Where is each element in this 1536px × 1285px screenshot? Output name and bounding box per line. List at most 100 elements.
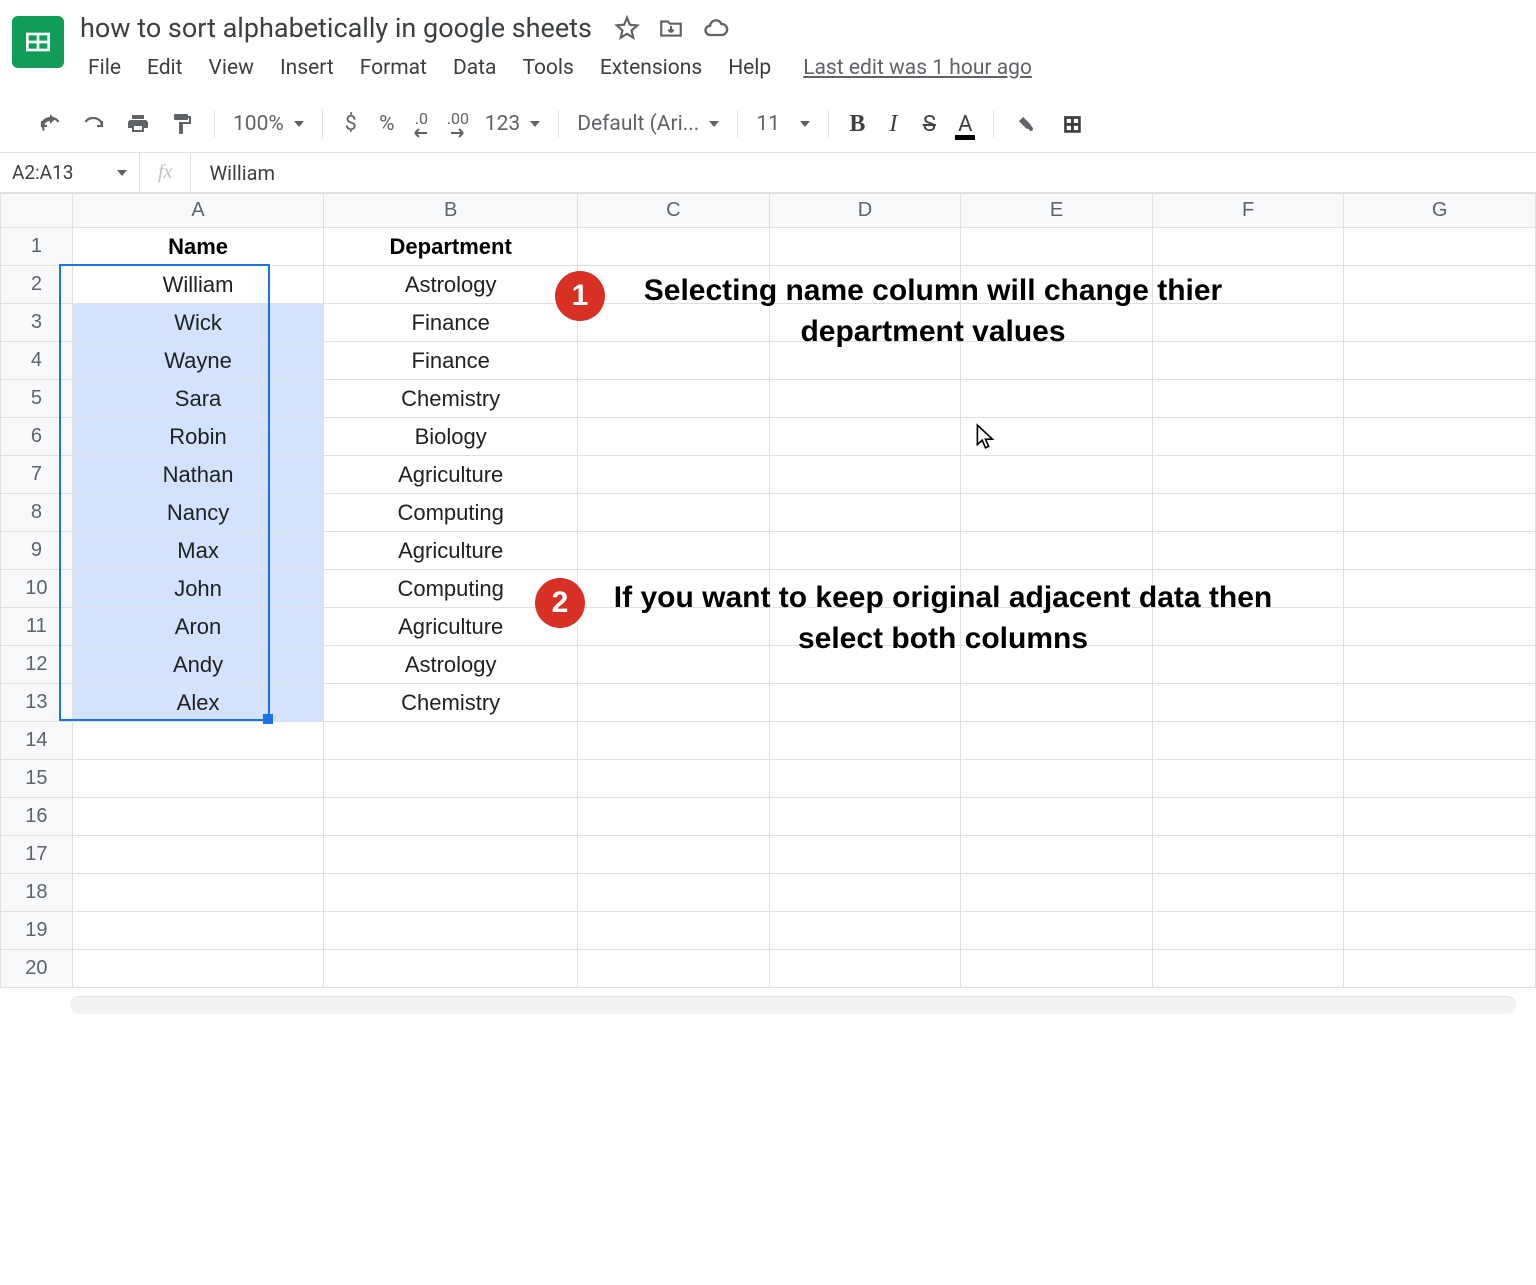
cell[interactable] [961,684,1153,722]
cell[interactable] [1152,418,1344,456]
cell[interactable] [72,798,323,836]
cell[interactable] [578,380,770,418]
col-header-G[interactable]: G [1344,194,1536,228]
text-color-button[interactable]: A [947,106,983,142]
row-header[interactable]: 6 [1,418,73,456]
cell[interactable] [1344,418,1536,456]
cell[interactable] [769,456,961,494]
cell[interactable] [324,950,578,988]
cell[interactable] [961,532,1153,570]
cell[interactable] [1344,760,1536,798]
cell[interactable] [578,266,770,304]
cell[interactable]: Max [72,532,323,570]
cell[interactable] [769,266,961,304]
col-header-F[interactable]: F [1152,194,1344,228]
star-icon[interactable] [614,15,640,41]
cell[interactable] [578,532,770,570]
cell[interactable] [1152,304,1344,342]
cell[interactable] [578,950,770,988]
menu-data[interactable]: Data [441,52,509,84]
row-header[interactable]: 19 [1,912,73,950]
row-header[interactable]: 14 [1,722,73,760]
cell[interactable] [578,342,770,380]
undo-icon[interactable] [28,106,72,142]
cell[interactable] [769,608,961,646]
cell[interactable] [769,912,961,950]
cell[interactable] [1152,228,1344,266]
col-header-E[interactable]: E [961,194,1153,228]
cell[interactable] [72,874,323,912]
cell[interactable] [961,646,1153,684]
cell[interactable] [1152,836,1344,874]
cell[interactable] [961,456,1153,494]
menu-extensions[interactable]: Extensions [588,52,714,84]
menu-edit[interactable]: Edit [135,52,195,84]
cell[interactable]: Robin [72,418,323,456]
cell[interactable] [769,722,961,760]
cell[interactable] [961,304,1153,342]
row-header[interactable]: 18 [1,874,73,912]
cell[interactable] [1344,228,1536,266]
row-header[interactable]: 3 [1,304,73,342]
cell[interactable] [1152,760,1344,798]
cell[interactable]: Name [72,228,323,266]
cell[interactable] [1152,494,1344,532]
cell[interactable] [324,912,578,950]
cell[interactable]: Agriculture [324,456,578,494]
cell[interactable] [769,304,961,342]
row-header[interactable]: 15 [1,760,73,798]
fill-color-button[interactable] [1004,106,1052,142]
cell[interactable]: Andy [72,646,323,684]
col-header-D[interactable]: D [769,194,961,228]
cell[interactable] [1152,874,1344,912]
cell[interactable] [1344,836,1536,874]
cell[interactable] [1344,798,1536,836]
cell[interactable] [769,798,961,836]
document-title[interactable]: how to sort alphabetically in google she… [76,10,596,46]
cell[interactable] [1344,342,1536,380]
row-header[interactable]: 1 [1,228,73,266]
format-percent-button[interactable]: % [369,106,405,142]
zoom-dropdown[interactable]: 100% [225,108,312,140]
cell[interactable] [324,874,578,912]
row-header[interactable]: 16 [1,798,73,836]
cell[interactable]: Agriculture [324,532,578,570]
formula-input[interactable]: William [191,153,1536,192]
row-header[interactable]: 8 [1,494,73,532]
cell[interactable] [961,228,1153,266]
cell[interactable] [1152,608,1344,646]
cell[interactable]: Wick [72,304,323,342]
spreadsheet-grid[interactable]: A B C D E F G 1NameDepartment2WilliamAst… [0,193,1536,988]
cell[interactable] [1152,684,1344,722]
cell[interactable] [1152,266,1344,304]
cell[interactable] [578,760,770,798]
cell[interactable]: Astrology [324,646,578,684]
row-header[interactable]: 7 [1,456,73,494]
row-header[interactable]: 4 [1,342,73,380]
cell[interactable] [1344,874,1536,912]
cell[interactable] [1344,608,1536,646]
cell[interactable] [1152,342,1344,380]
strikethrough-button[interactable]: S [911,106,947,142]
menu-insert[interactable]: Insert [268,52,346,84]
cell[interactable] [769,418,961,456]
italic-button[interactable]: I [875,106,911,142]
cell[interactable] [324,722,578,760]
cell[interactable] [1344,570,1536,608]
cell[interactable]: Wayne [72,342,323,380]
cell[interactable] [1344,684,1536,722]
cell[interactable] [1344,722,1536,760]
cell[interactable]: Nancy [72,494,323,532]
cell[interactable]: Chemistry [324,380,578,418]
cell[interactable] [1152,532,1344,570]
row-header[interactable]: 2 [1,266,73,304]
cell[interactable] [72,722,323,760]
cell[interactable] [961,380,1153,418]
row-header[interactable]: 13 [1,684,73,722]
cell[interactable] [961,950,1153,988]
last-edit-link[interactable]: Last edit was 1 hour ago [803,56,1032,80]
number-format-dropdown[interactable]: 123 [477,108,548,140]
bold-button[interactable]: B [839,106,875,142]
cell[interactable] [769,380,961,418]
cell[interactable]: Aron [72,608,323,646]
